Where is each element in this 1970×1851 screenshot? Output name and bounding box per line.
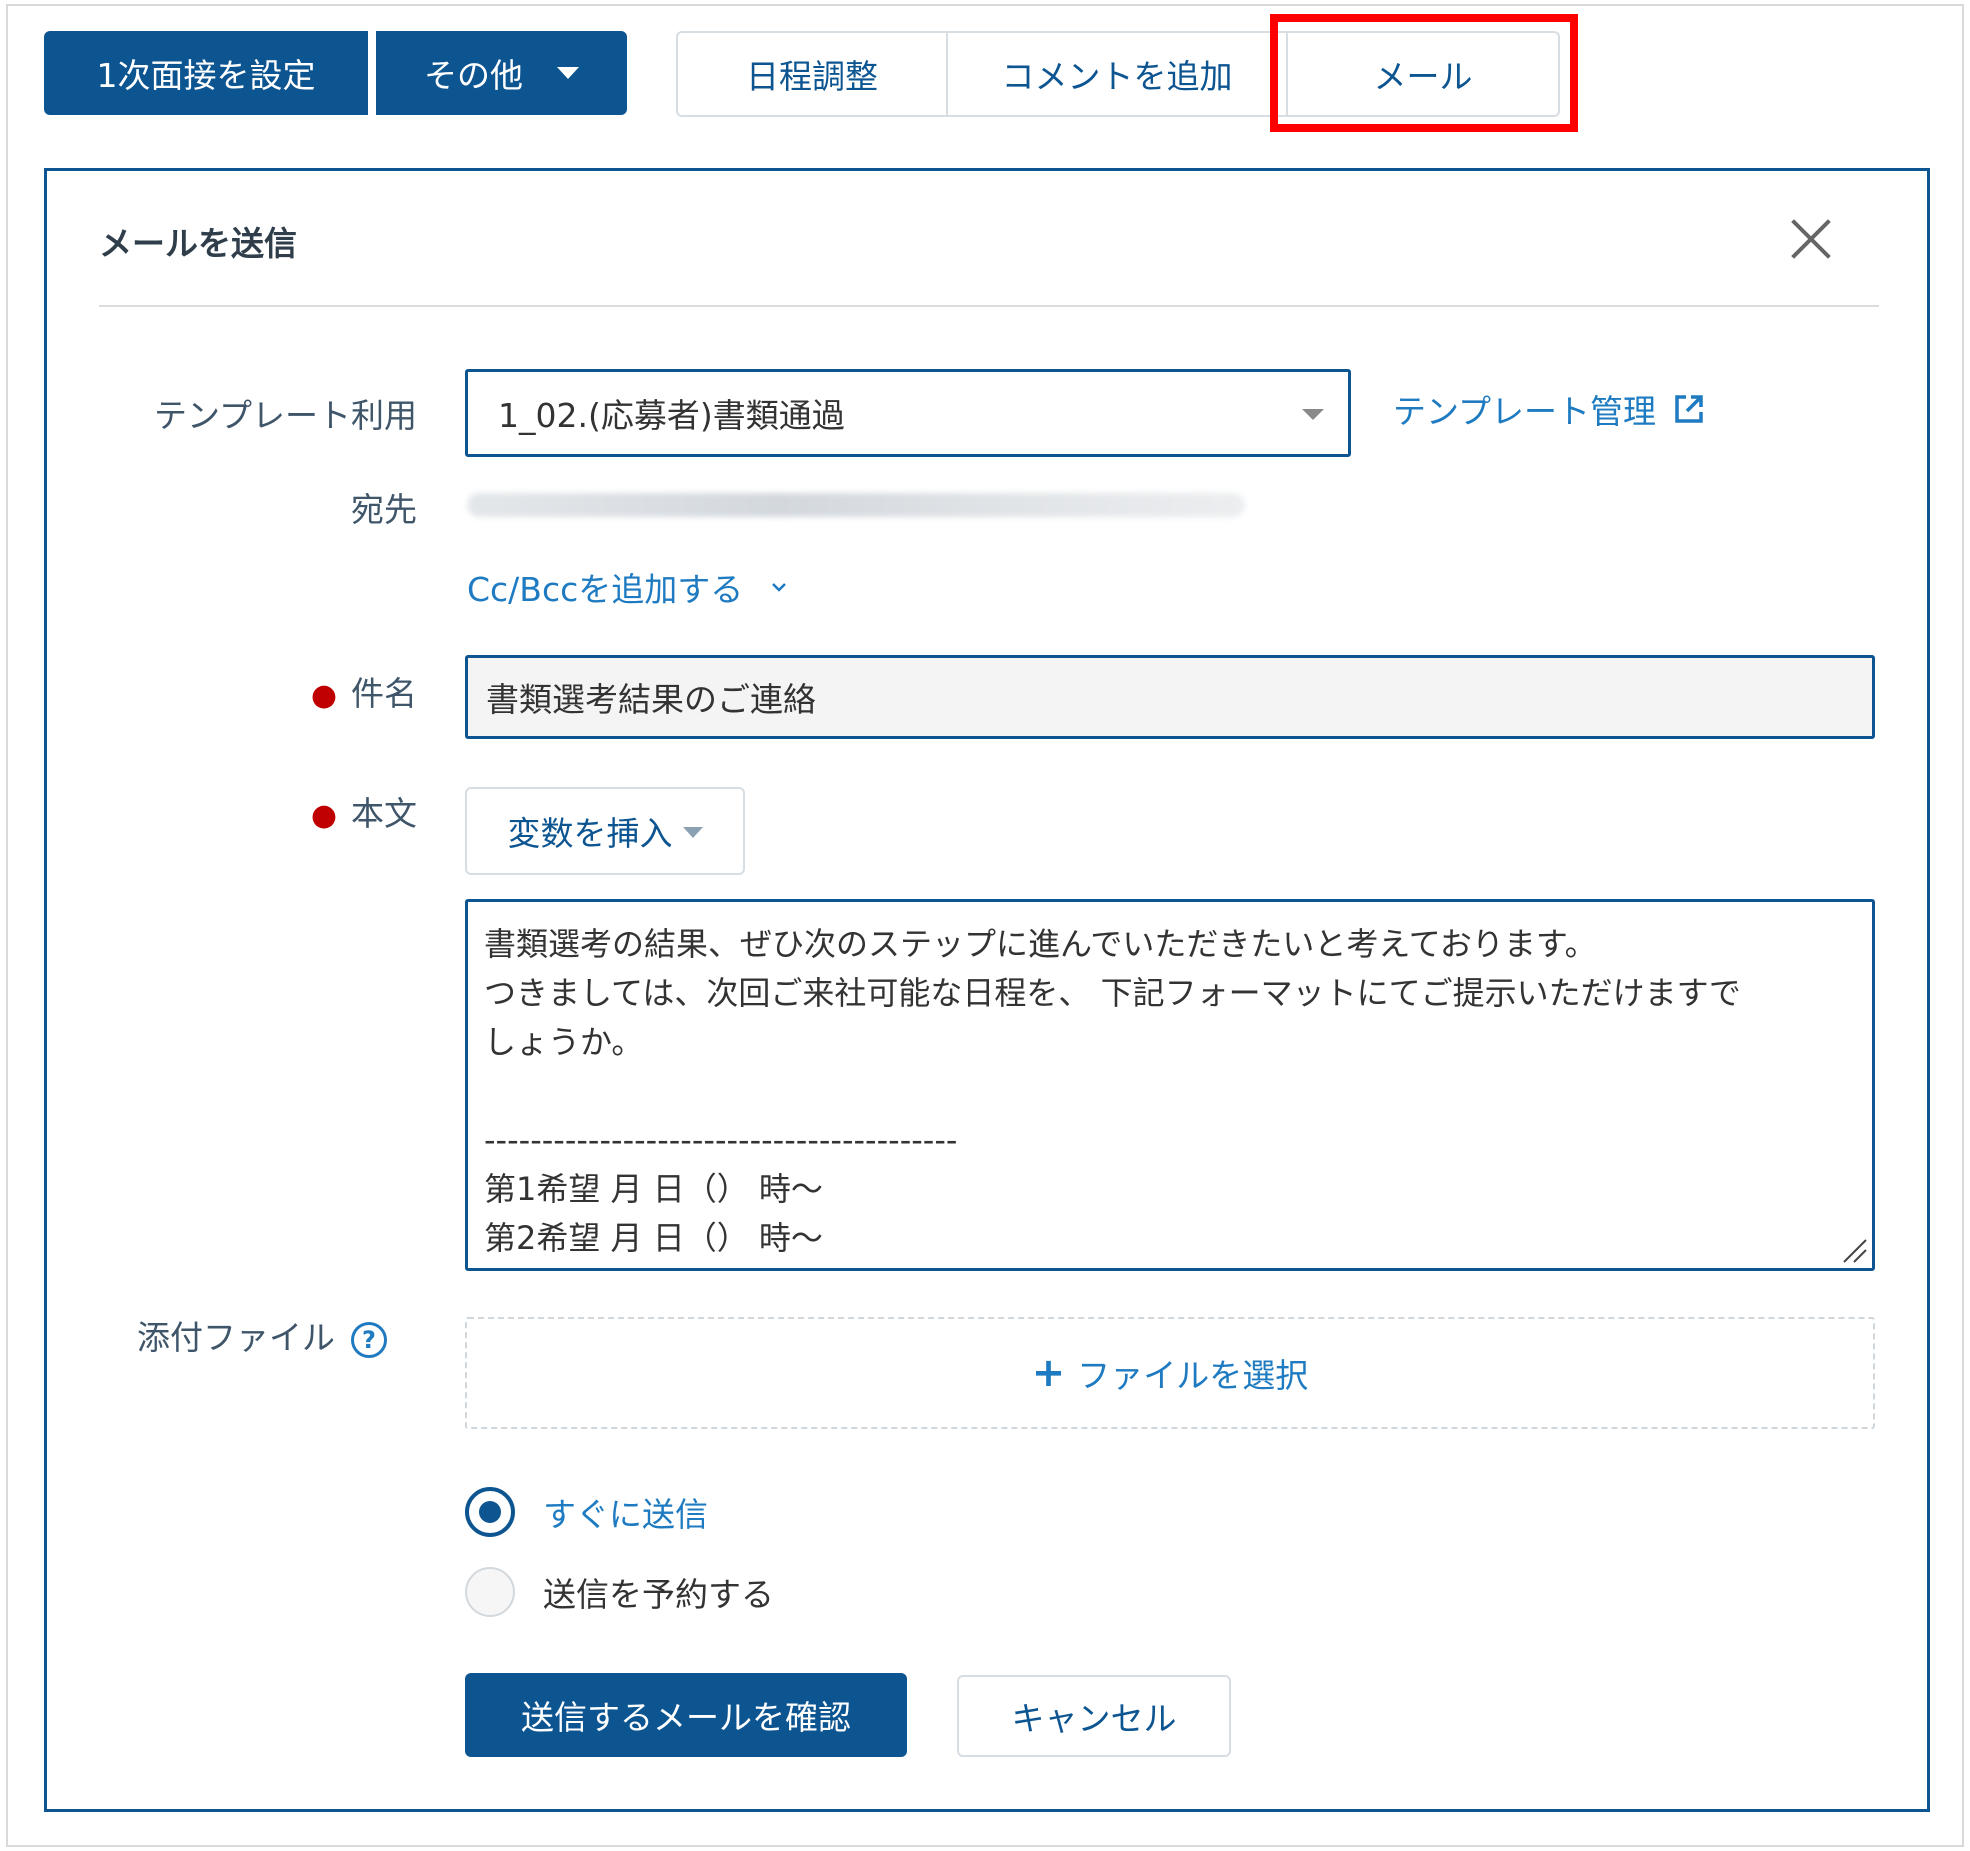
caret-down-icon (1302, 409, 1324, 420)
resize-handle-icon[interactable] (1838, 1234, 1868, 1264)
insert-variable-button[interactable]: 変数を挿入 (465, 787, 745, 875)
tab-add-comment-label: コメントを追加 (1001, 57, 1233, 96)
body-label-text: 本文 (351, 794, 417, 833)
template-manage-link[interactable]: テンプレート管理 (1393, 385, 1706, 433)
attachment-label-text: 添付ファイル (137, 1318, 335, 1357)
body-line: 第2希望 月 日（） 時〜 (484, 1219, 823, 1257)
confirm-mail-button[interactable]: 送信するメールを確認 (465, 1673, 907, 1757)
body-line: 第1希望 月 日（） 時〜 (484, 1170, 823, 1208)
file-select-label: ファイルを選択 (1077, 1356, 1309, 1395)
send-now-option[interactable]: すぐに送信 (465, 1487, 708, 1537)
send-now-label: すぐに送信 (543, 1495, 708, 1534)
radio-send-now[interactable] (465, 1487, 515, 1537)
body-textarea[interactable]: 書類選考の結果、ぜひ次のステップに進んでいただきたいと考えております。 つきまし… (465, 899, 1875, 1271)
required-dot: ● (310, 678, 337, 713)
subject-label: ● 件名 (137, 667, 417, 715)
template-label: テンプレート利用 (153, 396, 417, 435)
highlight-box (1270, 14, 1578, 132)
confirm-mail-label: 送信するメールを確認 (521, 1698, 851, 1737)
radio-send-schedule[interactable] (465, 1567, 515, 1617)
tab-schedule-label: 日程調整 (746, 57, 878, 96)
set-first-interview-label: 1次面接を設定 (96, 56, 316, 95)
plus-icon: + (1031, 1350, 1066, 1396)
caret-down-icon (557, 67, 579, 79)
caret-down-icon (682, 826, 703, 838)
subject-label-text: 件名 (351, 674, 417, 713)
body-line: 書類選考の結果、ぜひ次のステップに進んでいただきたいと考えております。 (484, 925, 1597, 963)
insert-variable-label: 変数を挿入 (507, 814, 673, 853)
other-dropdown-button[interactable]: その他 (376, 31, 627, 115)
file-select-area[interactable]: + ファイルを選択 (465, 1317, 1875, 1429)
template-select[interactable]: 1_02.(応募者)書類通過 (465, 369, 1351, 457)
body-line: ----------------------------------------… (484, 1121, 958, 1159)
cancel-button[interactable]: キャンセル (957, 1675, 1231, 1757)
body-label: ● 本文 (137, 787, 417, 835)
body-line: つきましては、次回ご来社可能な日程を、 下記フォーマットにてご提示いただけますで (484, 974, 1741, 1012)
body-line (484, 1067, 1856, 1116)
divider (99, 305, 1879, 307)
add-cc-bcc-label: Cc/Bccを追加する (467, 570, 744, 609)
other-label: その他 (424, 56, 523, 95)
send-schedule-option[interactable]: 送信を予約する (465, 1567, 774, 1617)
recipient-redacted (467, 493, 1245, 517)
body-line: しょうか。 (484, 1023, 644, 1061)
template-select-value: 1_02.(応募者)書類通過 (498, 396, 845, 435)
to-label: 宛先 (351, 490, 417, 529)
send-mail-dialog: メールを送信 テンプレート利用 1_02.(応募者)書類通過 テンプレート管理 … (44, 168, 1930, 1812)
cancel-label: キャンセル (1011, 1699, 1177, 1738)
subject-value: 書類選考結果のご連絡 (486, 680, 816, 719)
subject-input[interactable]: 書類選考結果のご連絡 (465, 655, 1875, 739)
template-manage-label: テンプレート管理 (1393, 392, 1657, 431)
chevron-down-icon (772, 583, 787, 592)
tab-add-comment[interactable]: コメントを追加 (948, 33, 1288, 115)
dialog-title: メールを送信 (99, 224, 297, 263)
attachment-label: 添付ファイル? (137, 1311, 387, 1359)
set-first-interview-button[interactable]: 1次面接を設定 (44, 31, 368, 115)
tab-schedule[interactable]: 日程調整 (678, 33, 948, 115)
required-dot: ● (310, 798, 337, 833)
add-cc-bcc-link[interactable]: Cc/Bccを追加する (467, 563, 787, 611)
help-icon[interactable]: ? (351, 1321, 387, 1358)
close-icon[interactable] (1789, 217, 1833, 261)
external-link-icon (1675, 395, 1703, 423)
send-schedule-label: 送信を予約する (543, 1575, 774, 1614)
